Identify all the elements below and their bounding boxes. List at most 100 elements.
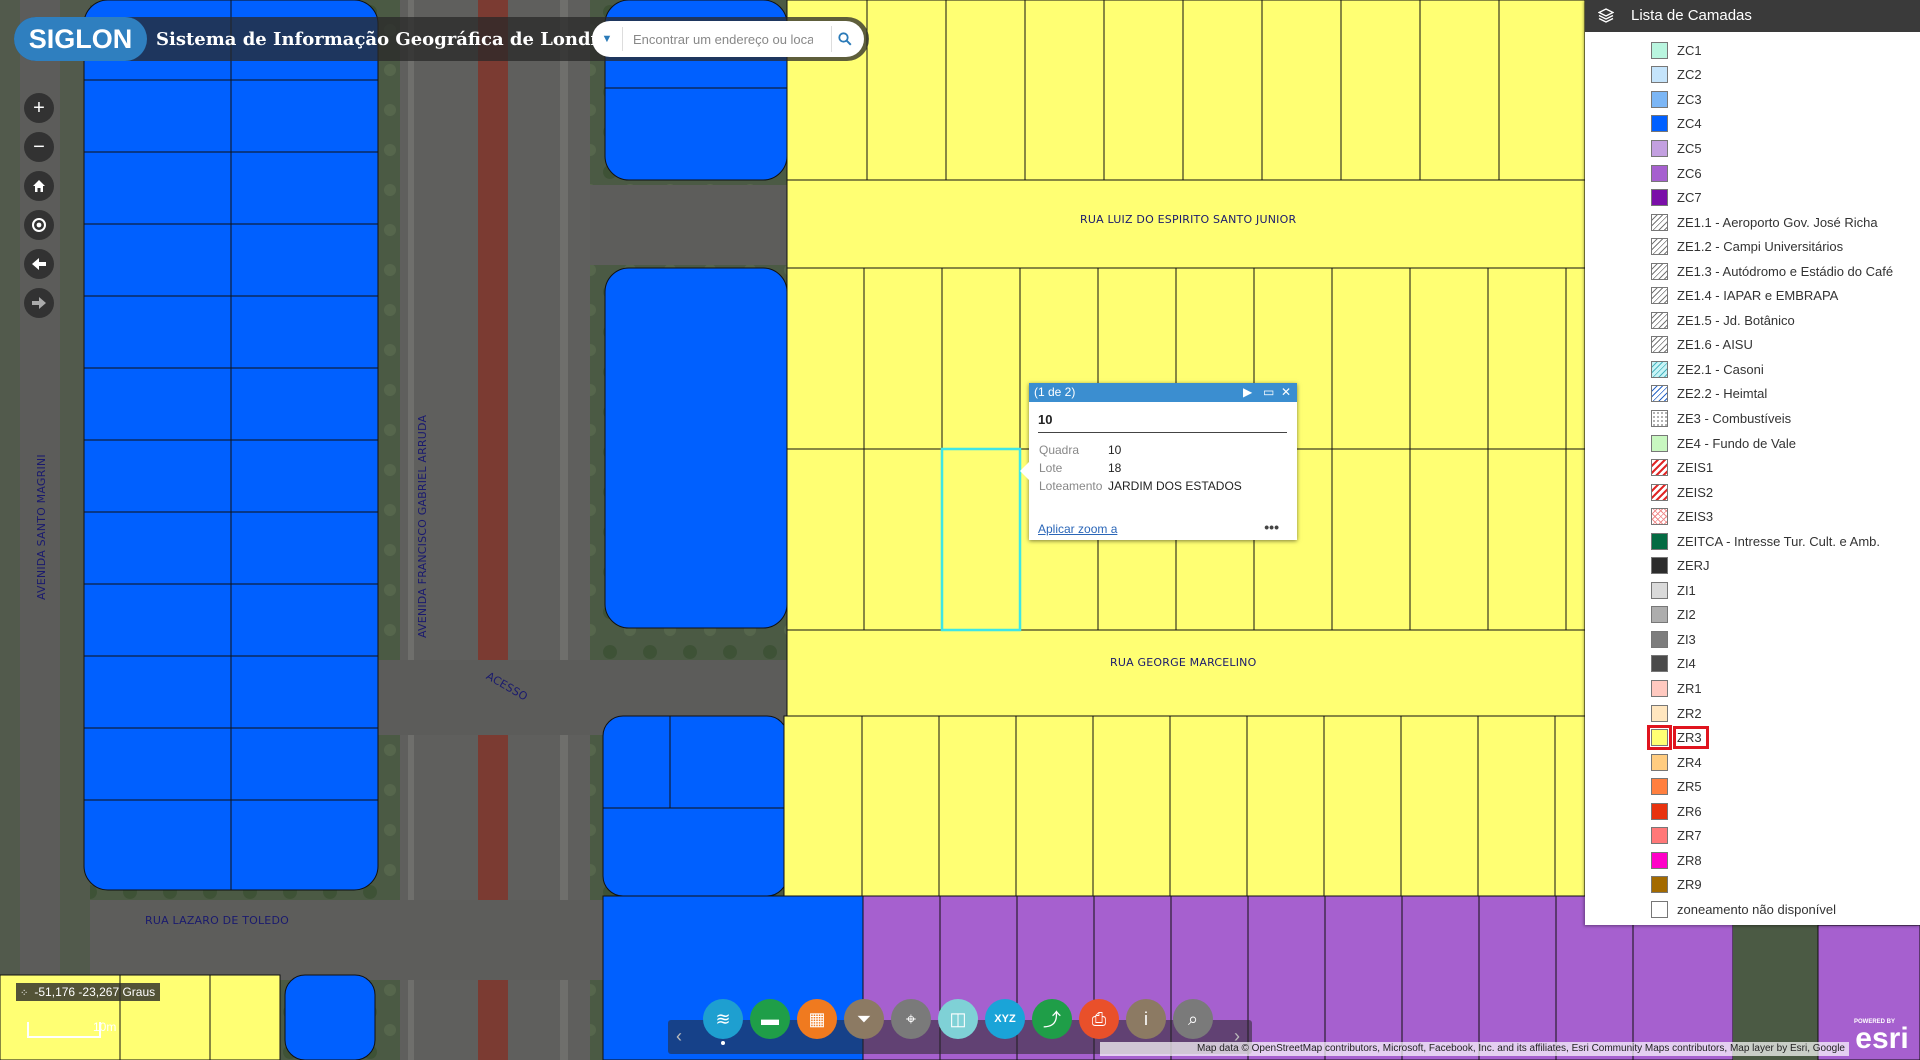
arrow-right-icon <box>32 297 46 309</box>
layer-swatch <box>1651 802 1668 820</box>
layer-item[interactable]: ZE2.1 - Casoni <box>1585 357 1920 382</box>
layer-swatch <box>1651 189 1668 207</box>
forward-extent-button[interactable] <box>24 288 54 318</box>
layer-item[interactable]: ZERJ <box>1585 553 1920 578</box>
layer-swatch <box>1651 532 1668 550</box>
layer-swatch <box>1651 483 1668 501</box>
measure-tool-button[interactable]: ▬ <box>750 999 790 1039</box>
layer-swatch <box>1651 876 1668 894</box>
siglon-logo[interactable]: SIGLON <box>14 17 147 61</box>
location-tool-button[interactable]: ⌖ <box>891 999 931 1039</box>
layer-swatch <box>1651 557 1668 575</box>
layer-swatch <box>1651 827 1668 845</box>
query-tool-button[interactable]: ⌕ <box>1173 999 1213 1039</box>
layer-label: ZE1.5 - Jd. Botânico <box>1677 312 1795 328</box>
layer-item[interactable]: ZE1.6 - AISU <box>1585 333 1920 358</box>
layer-item[interactable]: ZEIS2 <box>1585 480 1920 505</box>
layer-item[interactable]: ZE1.4 - IAPAR e EMBRAPA <box>1585 283 1920 308</box>
layer-item[interactable]: ZC7 <box>1585 185 1920 210</box>
layer-label: ZR1 <box>1677 680 1702 696</box>
about-tool-button[interactable]: i <box>1126 999 1166 1039</box>
layer-list-title: Lista de Camadas <box>1631 7 1752 24</box>
layer-item[interactable]: ZE1.5 - Jd. Botânico <box>1585 308 1920 333</box>
scale-bar: 10m <box>27 1020 116 1038</box>
layer-label: ZE1.4 - IAPAR e EMBRAPA <box>1677 288 1839 304</box>
layer-item[interactable]: ZI4 <box>1585 652 1920 677</box>
xyz-tool-button[interactable]: XYZ <box>985 999 1025 1039</box>
layer-label: ZE3 - Combustíveis <box>1677 410 1792 426</box>
layer-item[interactable]: ZEITCA - Intresse Tur. Cult. e Amb. <box>1585 529 1920 554</box>
layer-item[interactable]: ZR8 <box>1585 848 1920 873</box>
search-input[interactable] <box>631 30 815 48</box>
layer-item[interactable]: ZE4 - Fundo de Vale <box>1585 431 1920 456</box>
street-label-santo-magrini: AVENIDA SANTO MAGRINI <box>35 454 48 600</box>
search-source-dropdown-icon[interactable]: ▼ <box>592 27 623 51</box>
more-actions-button[interactable]: ••• <box>1264 519 1279 535</box>
filter-tool-button[interactable]: ⏷ <box>844 999 884 1039</box>
layer-item[interactable]: ZC1 <box>1585 38 1920 63</box>
layer-item[interactable]: ZC5 <box>1585 136 1920 161</box>
layer-item[interactable]: ZE3 - Combustíveis <box>1585 406 1920 431</box>
layer-swatch <box>1651 311 1668 329</box>
layer-item[interactable]: ZE1.2 - Campi Universitários <box>1585 234 1920 259</box>
layer-item[interactable]: ZR2 <box>1585 701 1920 726</box>
field-value: 10 <box>1108 443 1122 457</box>
layer-item[interactable]: ZEIS3 <box>1585 504 1920 529</box>
layer-swatch <box>1651 679 1668 697</box>
toolbar-prev-icon[interactable]: ‹ <box>676 1026 682 1047</box>
popup-title: 10 <box>1038 412 1287 433</box>
zoom-out-button[interactable]: − <box>24 132 54 162</box>
basemap-tool-button[interactable]: ▦ <box>797 999 837 1039</box>
share-tool-button[interactable]: ⤴ <box>1032 999 1072 1039</box>
layer-item[interactable]: ZE1.1 - Aeroporto Gov. José Richa <box>1585 210 1920 235</box>
coordinates-readout[interactable]: ⁘ -51,176 -23,267 Graus <box>16 983 161 1001</box>
layers-tool-button[interactable]: ≋ <box>703 999 743 1039</box>
layer-label: ZR3 <box>1673 726 1709 750</box>
search-box: ▼ <box>592 21 864 57</box>
logo-text: SIGLON <box>28 23 133 54</box>
next-feature-icon[interactable]: ▶ <box>1243 383 1252 402</box>
app-header: SIGLON Sistema de Informação Geográfica … <box>14 17 869 61</box>
layer-swatch <box>1651 704 1668 722</box>
layer-item[interactable]: ZE2.2 - Heimtal <box>1585 382 1920 407</box>
layer-label: ZC5 <box>1677 140 1702 156</box>
layer-item[interactable]: ZC3 <box>1585 87 1920 112</box>
layer-item[interactable]: ZC4 <box>1585 112 1920 137</box>
search-button[interactable] <box>831 26 858 52</box>
layer-item[interactable]: ZR9 <box>1585 873 1920 898</box>
print-tool-button[interactable]: ⎙ <box>1079 999 1119 1039</box>
layer-label: ZR4 <box>1677 754 1702 770</box>
layer-item[interactable]: ZC2 <box>1585 63 1920 88</box>
layer-label: ZR9 <box>1677 877 1702 893</box>
layer-label: ZE1.2 - Campi Universitários <box>1677 239 1844 255</box>
layer-item[interactable]: ZR5 <box>1585 774 1920 799</box>
print-tool-icon: ⎙ <box>1091 1008 1107 1029</box>
layer-swatch <box>1651 139 1668 157</box>
layer-item[interactable]: ZI2 <box>1585 603 1920 628</box>
zoom-in-button[interactable]: + <box>24 93 54 123</box>
layer-label: ZEITCA - Intresse Tur. Cult. e Amb. <box>1677 533 1881 549</box>
layer-item[interactable]: ZC6 <box>1585 161 1920 186</box>
layers-icon <box>1597 0 1615 32</box>
maximize-icon[interactable]: ▭ <box>1263 383 1274 402</box>
layer-item[interactable]: ZR6 <box>1585 799 1920 824</box>
layer-item[interactable]: ZR3 <box>1585 725 1920 751</box>
close-icon[interactable]: ✕ <box>1281 383 1291 402</box>
layer-item[interactable]: ZR1 <box>1585 676 1920 701</box>
layer-item[interactable]: zoneamento não disponível <box>1585 897 1920 922</box>
layer-item[interactable]: ZR4 <box>1585 750 1920 775</box>
layer-item[interactable]: ZI1 <box>1585 578 1920 603</box>
esri-logo: POWERED BY esri <box>1854 1019 1909 1055</box>
locate-button[interactable] <box>24 210 54 240</box>
back-extent-button[interactable] <box>24 249 54 279</box>
zoom-in-icon: + <box>33 97 45 119</box>
street-label-francisco: AVENIDA FRANCISCO GABRIEL ARRUDA <box>416 414 429 638</box>
swipe-tool-button[interactable]: ◫ <box>938 999 978 1039</box>
home-button[interactable] <box>24 171 54 201</box>
layer-item[interactable]: ZEIS1 <box>1585 455 1920 480</box>
layer-item[interactable]: ZR7 <box>1585 824 1920 849</box>
layer-item[interactable]: ZI3 <box>1585 627 1920 652</box>
coordinates-icon: ⁘ <box>20 988 29 999</box>
layer-item[interactable]: ZE1.3 - Autódromo e Estádio do Café <box>1585 259 1920 284</box>
zoom-to-link[interactable]: Aplicar zoom a <box>1038 522 1117 536</box>
